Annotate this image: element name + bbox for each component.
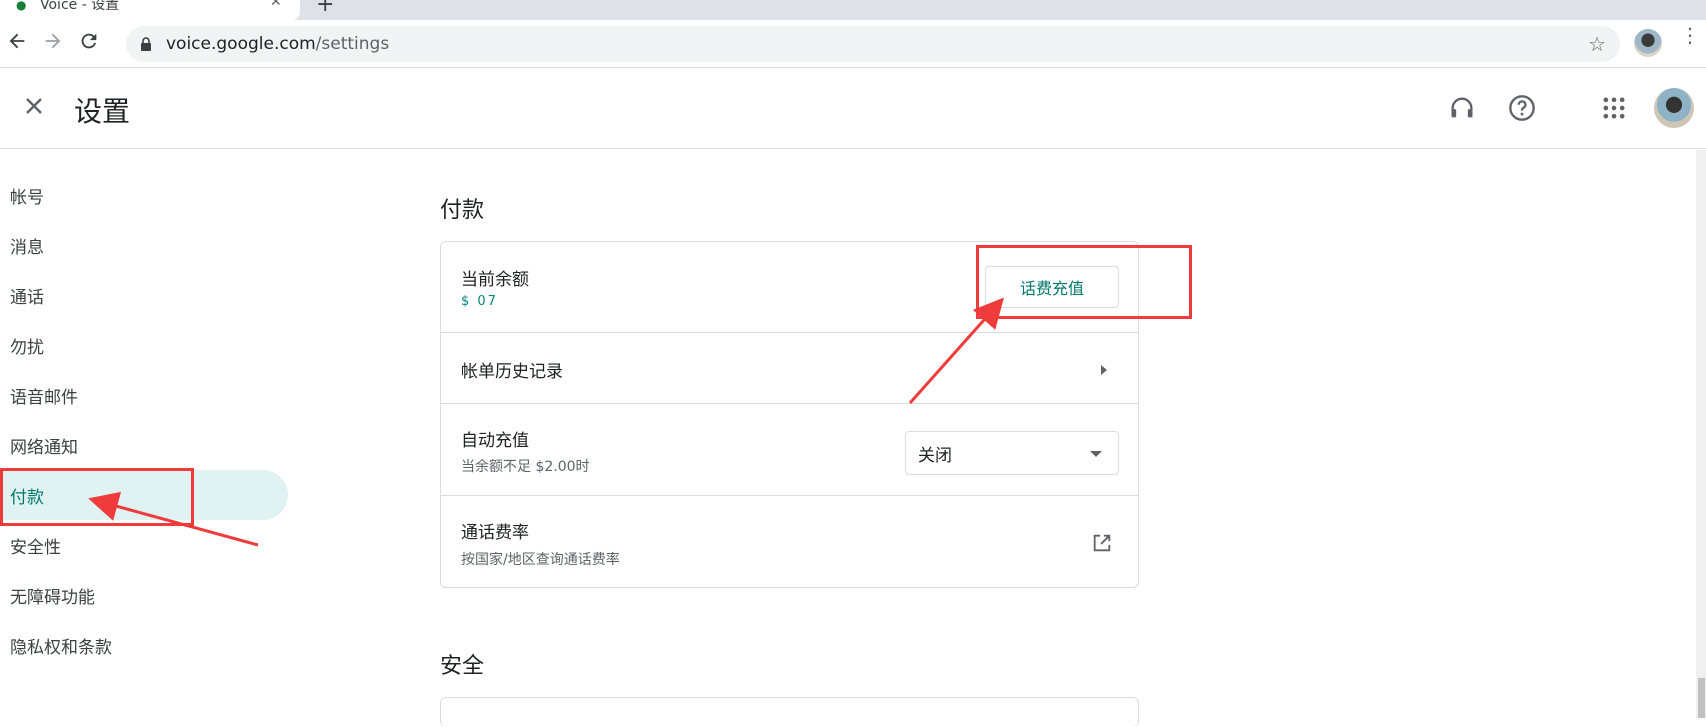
address-bar[interactable]: voice.google.com/settings ☆ [126,26,1620,62]
reload-icon[interactable] [78,30,106,58]
sidebar-item-label: 安全性 [10,537,61,558]
sidebar-item-label: 网络通知 [10,437,78,458]
sidebar-item-account[interactable]: 帐号 [0,170,290,220]
security-card [440,697,1139,727]
new-tab-icon[interactable]: + [316,0,334,17]
auto-topup-select[interactable]: 关闭 [905,431,1119,475]
sidebar-item-label: 通话 [10,287,44,308]
sidebar-item-label: 无障碍功能 [10,587,95,608]
browser-tab-strip: ● Voice - 设置 ✕ + [0,0,1706,20]
sidebar-item-label: 隐私权和条款 [10,637,112,658]
billing-history-row[interactable]: 帐单历史记录 [441,333,1138,404]
security-section-title: 安全 [440,654,485,679]
settings-sidebar: 帐号 消息 通话 勿扰 语音邮件 网络通知 付款 安全性 无障碍功能 隐私权和条… [0,170,290,670]
sidebar-item-do-not-disturb[interactable]: 勿扰 [0,320,290,370]
dropdown-caret-icon [1090,451,1102,457]
back-icon[interactable] [6,30,34,58]
sidebar-item-label: 语音邮件 [10,387,78,408]
annotation-box-top-up [976,245,1192,319]
call-rates-label: 通话费率 [461,523,529,543]
balance-value: $ 07 [461,294,498,309]
help-icon[interactable] [1508,94,1536,122]
browser-tab[interactable]: ● Voice - 设置 ✕ [0,0,300,20]
balance-label: 当前余额 [461,270,529,290]
lock-icon [141,37,151,51]
sidebar-item-calls[interactable]: 通话 [0,270,290,320]
sidebar-item-messages[interactable]: 消息 [0,220,290,270]
bookmark-star-icon[interactable]: ☆ [1588,32,1606,56]
browser-toolbar: voice.google.com/settings ☆ ⋮ [0,20,1706,68]
voice-favicon-icon: ● [16,0,27,12]
annotation-box-payments [0,468,194,526]
apps-grid-icon[interactable] [1600,94,1628,122]
url-path: /settings [315,34,390,54]
billing-history-label: 帐单历史记录 [461,362,563,382]
auto-topup-row: 自动充值 当余额不足 $2.00时 关闭 [441,404,1138,496]
auto-topup-selected-value: 关闭 [918,445,952,466]
auto-topup-subtitle: 当余额不足 $2.00时 [461,459,590,475]
headset-icon[interactable] [1448,94,1476,122]
sidebar-item-label: 勿扰 [10,337,44,358]
sidebar-item-security[interactable]: 安全性 [0,520,290,570]
scrollbar-thumb[interactable] [1698,678,1705,718]
page-scrollbar[interactable] [1696,150,1706,718]
page-title: 设置 [74,95,131,128]
app-header: 设置 [0,68,1706,149]
account-avatar[interactable] [1654,88,1694,128]
auto-topup-label: 自动充值 [461,431,529,451]
call-rates-subtitle: 按国家/地区查询通话费率 [461,552,620,568]
payment-section-title: 付款 [440,198,485,223]
close-icon[interactable] [22,94,46,118]
forward-icon[interactable] [42,30,70,58]
tab-title: Voice - 设置 [40,0,120,13]
sidebar-item-label: 帐号 [10,187,44,208]
sidebar-item-web-notifications[interactable]: 网络通知 [0,420,290,470]
open-external-icon[interactable] [1091,532,1113,554]
browser-menu-icon[interactable]: ⋮ [1680,25,1700,45]
sidebar-item-accessibility[interactable]: 无障碍功能 [0,570,290,620]
call-rates-row[interactable]: 通话费率 按国家/地区查询通话费率 [441,496,1138,587]
chevron-right-icon [1101,365,1107,375]
url-host: voice.google.com [166,34,316,54]
browser-profile-avatar[interactable] [1634,29,1662,57]
sidebar-item-voicemail[interactable]: 语音邮件 [0,370,290,420]
url-text: voice.google.com/settings [166,34,389,54]
tab-close-icon[interactable]: ✕ [270,0,282,10]
sidebar-item-label: 消息 [10,237,44,258]
sidebar-item-privacy-terms[interactable]: 隐私权和条款 [0,620,290,670]
